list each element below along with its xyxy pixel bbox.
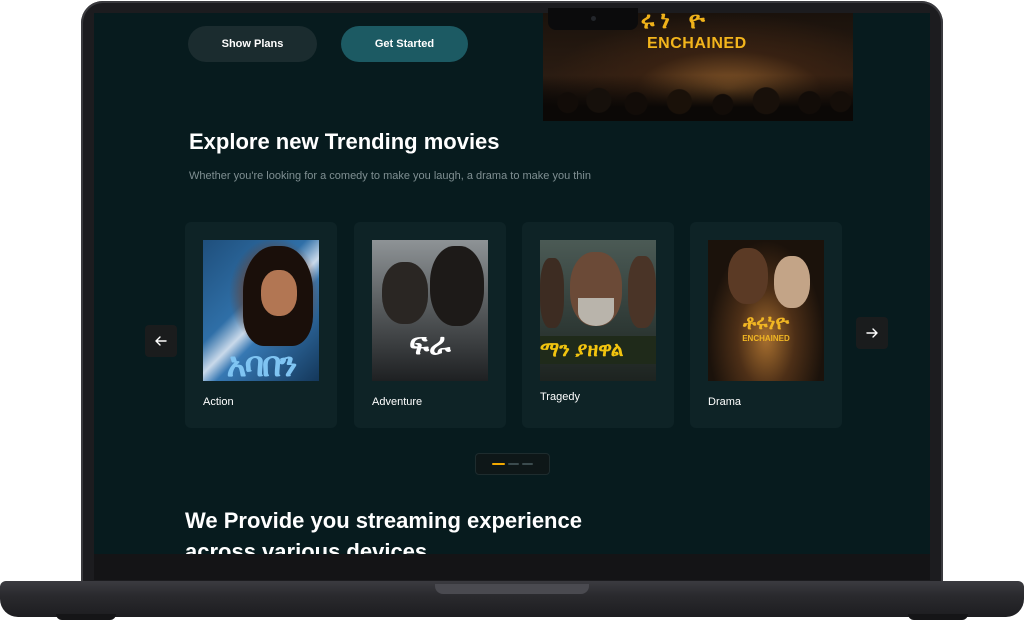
laptop-screen: Show Plans Get Started ቶሩነ ዮ ENCHAINED E…	[94, 13, 930, 554]
laptop-foot	[908, 614, 968, 620]
poster-title: ፍራ	[409, 328, 451, 361]
poster-face	[774, 256, 810, 308]
poster-face	[261, 270, 297, 316]
movie-card-tragedy[interactable]: ማን ያዘዋል Tragedy	[522, 222, 674, 428]
movie-poster: ፍራ	[372, 240, 488, 381]
movie-poster: ማን ያዘዋል	[540, 240, 656, 381]
card-genre-label: Tragedy	[540, 391, 580, 403]
get-started-button[interactable]: Get Started	[341, 26, 468, 62]
laptop-opening-notch	[435, 584, 589, 594]
poster-figure	[628, 256, 656, 328]
card-genre-label: Action	[203, 396, 234, 408]
poster-figure	[578, 298, 614, 326]
poster-face	[382, 262, 428, 324]
arrow-right-icon	[866, 328, 878, 338]
carousel-next-button[interactable]	[856, 317, 888, 349]
card-genre-label: Adventure	[372, 396, 423, 408]
card-genre-label: Drama	[708, 396, 742, 408]
poster-face	[728, 248, 768, 304]
movie-poster: ቶሩነዮ ENCHAINED	[708, 240, 824, 381]
poster-subtitle: ENCHAINED	[742, 334, 790, 343]
camera-icon	[591, 16, 596, 21]
devices-section-title: We Provide you streaming experience acro…	[185, 508, 582, 554]
pagination-dot[interactable]	[508, 463, 519, 465]
hero-crowd-art	[543, 75, 853, 121]
camera-notch	[548, 8, 638, 30]
poster-figure	[540, 258, 564, 328]
poster-title: ማን ያዘዋል	[540, 336, 656, 364]
arrow-left-icon	[155, 336, 167, 346]
movie-card-adventure[interactable]: ፍራ Adventure	[354, 222, 506, 428]
trending-section-title: Explore new Trending movies	[189, 129, 500, 154]
movie-card-drama[interactable]: ቶሩነዮ ENCHAINED Drama	[690, 222, 842, 428]
laptop-foot	[56, 614, 116, 620]
poster-face	[430, 246, 484, 326]
movie-poster: አባበን	[203, 240, 319, 381]
show-plans-button[interactable]: Show Plans	[188, 26, 317, 62]
movie-card-action[interactable]: አባበን Action	[185, 222, 337, 428]
carousel-prev-button[interactable]	[145, 325, 177, 357]
pagination-dot-active[interactable]	[492, 463, 505, 465]
poster-title: አባበን	[226, 346, 298, 381]
trending-section-subtitle: Whether you're looking for a comedy to m…	[189, 170, 591, 182]
carousel-pagination	[475, 453, 550, 475]
pagination-dot[interactable]	[522, 463, 533, 465]
poster-title: ቶሩነዮ	[742, 312, 790, 334]
hero-banner-title: ENCHAINED	[647, 35, 747, 52]
screen-bottom-bezel	[94, 554, 930, 580]
